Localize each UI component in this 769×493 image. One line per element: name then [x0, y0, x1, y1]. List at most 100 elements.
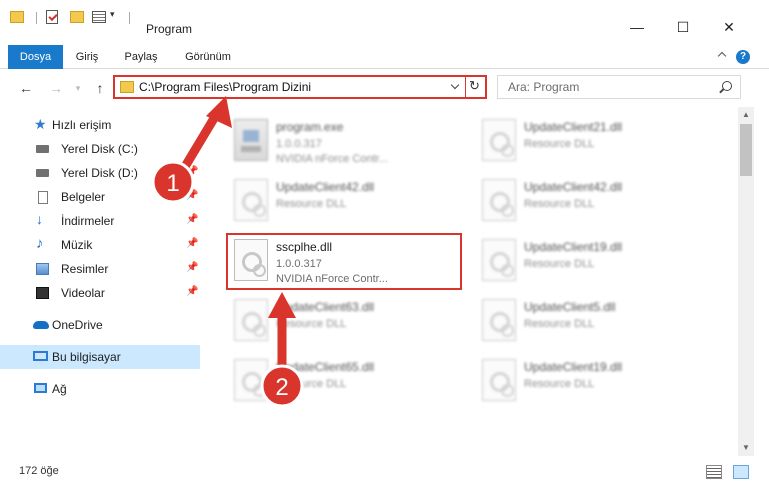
file-name: program.exe	[276, 120, 344, 134]
file-name: UpdateClient42.dll	[276, 180, 375, 194]
address-dropdown-icon[interactable]	[449, 81, 461, 93]
file-tile[interactable]: UpdateClient5.dll Resource DLL	[474, 293, 714, 349]
separator	[36, 12, 37, 24]
pin-icon[interactable]: 📌	[186, 166, 198, 177]
pin-icon[interactable]: 📌	[186, 190, 198, 201]
dll-file-icon	[482, 179, 516, 221]
pin-icon[interactable]: 📌	[186, 286, 198, 297]
sidebar-item-local-disk-c[interactable]: Yerel Disk (C:)	[0, 137, 200, 161]
file-tile[interactable]: UpdateClient63.dll Resource DLL	[226, 293, 466, 349]
file-tile[interactable]: UpdateClient42.dll Resource DLL	[226, 173, 466, 229]
close-button[interactable]: ✕	[706, 18, 752, 40]
this-pc-icon	[33, 351, 48, 361]
file-tile[interactable]: UpdateClient19.dll Resource DLL	[474, 233, 714, 289]
refresh-button[interactable]: ↻	[469, 78, 480, 94]
details-view-icon[interactable]	[706, 465, 722, 479]
customize-toolbar-icon[interactable]	[92, 11, 106, 23]
new-folder-icon[interactable]	[70, 11, 84, 23]
folder-icon	[120, 81, 134, 93]
file-description: Resource DLL	[276, 378, 347, 390]
sidebar-item-local-disk-d[interactable]: Yerel Disk (D:) 📌	[0, 161, 200, 185]
scroll-down-icon[interactable]: ▼	[738, 440, 754, 456]
sidebar-item-label: Bu bilgisayar	[52, 350, 121, 364]
network-icon	[34, 383, 47, 393]
address-bar[interactable]: C:\Program Files\Program Dizini ↻	[113, 75, 487, 99]
item-count: 172 öğe	[19, 465, 59, 477]
documents-icon	[38, 191, 48, 204]
sidebar-item-documents[interactable]: Belgeler 📌	[0, 185, 200, 209]
tab-home[interactable]: Giriş	[68, 45, 106, 69]
search-icon[interactable]	[722, 81, 732, 91]
file-name: UpdateClient63.dll	[276, 300, 375, 314]
search-input[interactable]: Ara: Program	[497, 75, 741, 99]
file-description: Resource DLL	[524, 378, 595, 390]
sidebar-item-label: Yerel Disk (C:)	[61, 142, 138, 156]
sidebar-item-pictures[interactable]: Resimler 📌	[0, 257, 200, 281]
file-tile-program-exe[interactable]: program.exe 1.0.0.317 NVIDIA nForce Cont…	[226, 113, 466, 169]
highlight-box	[226, 233, 462, 290]
star-icon: ★	[34, 116, 47, 132]
file-version: 1.0.0.317	[276, 138, 322, 150]
sidebar-item-music[interactable]: ♪ Müzik 📌	[0, 233, 200, 257]
sidebar-item-downloads[interactable]: ↓ İndirmeler 📌	[0, 209, 200, 233]
back-button[interactable]: ←	[16, 77, 36, 99]
sidebar-item-onedrive[interactable]: OneDrive	[0, 313, 200, 337]
pin-icon[interactable]: 📌	[186, 214, 198, 225]
file-name: UpdateClient19.dll	[524, 360, 623, 374]
sidebar-item-quick-access[interactable]: ★ Hızlı erişim	[0, 113, 200, 137]
sidebar-item-label: İndirmeler	[61, 214, 115, 228]
expand-ribbon-icon[interactable]	[717, 51, 727, 61]
file-view: program.exe 1.0.0.317 NVIDIA nForce Cont…	[204, 107, 738, 456]
disk-icon	[36, 169, 49, 177]
videos-icon	[36, 287, 49, 299]
sidebar-item-network[interactable]: Ağ	[0, 377, 200, 401]
dll-file-icon	[482, 359, 516, 401]
file-description: Resource DLL	[524, 258, 595, 270]
pin-icon[interactable]: 📌	[186, 238, 198, 249]
maximize-button[interactable]: ☐	[660, 18, 706, 40]
dll-file-icon	[482, 119, 516, 161]
dll-file-icon	[482, 299, 516, 341]
scrollbar-thumb[interactable]	[740, 124, 752, 176]
scroll-up-icon[interactable]: ▲	[738, 107, 754, 123]
dll-file-icon	[482, 239, 516, 281]
properties-check-icon[interactable]	[46, 10, 58, 24]
file-tile[interactable]: UpdateClient19.dll Resource DLL	[474, 353, 714, 409]
separator	[465, 77, 466, 97]
vertical-scrollbar[interactable]: ▲ ▼	[738, 107, 754, 456]
sidebar-item-label: Resimler	[61, 262, 109, 276]
file-description: Resource DLL	[276, 198, 347, 210]
recent-locations-icon[interactable]: ▾	[68, 77, 88, 99]
sidebar-item-videos[interactable]: Videolar 📌	[0, 281, 200, 305]
file-tile[interactable]: UpdateClient42.dll Resource DLL	[474, 173, 714, 229]
sidebar-item-this-pc[interactable]: Bu bilgisayar	[0, 345, 200, 369]
tab-share[interactable]: Paylaş	[116, 45, 166, 69]
dll-file-icon	[234, 179, 268, 221]
help-icon[interactable]: ?	[736, 50, 750, 64]
sidebar-item-label: OneDrive	[52, 318, 103, 332]
file-tile[interactable]: UpdateClient21.dll Resource DLL	[474, 113, 714, 169]
pictures-icon	[36, 263, 49, 275]
tab-view[interactable]: Görünüm	[176, 45, 240, 69]
chevron-down-icon[interactable]: ▾	[110, 9, 115, 20]
file-description: Resource DLL	[276, 318, 347, 330]
status-bar: 172 öğe	[0, 459, 769, 493]
sidebar-item-label: Ağ	[52, 382, 67, 396]
file-name: UpdateClient19.dll	[524, 240, 623, 254]
sidebar-item-label: Belgeler	[61, 190, 106, 204]
file-tile[interactable]: UpdateClient65.dll Resource DLL	[226, 353, 466, 409]
disk-icon	[36, 145, 49, 153]
forward-button[interactable]: →	[46, 77, 66, 99]
minimize-button[interactable]: —	[614, 18, 660, 40]
address-path[interactable]: C:\Program Files\Program Dizini	[139, 80, 311, 94]
sidebar-item-label: Videolar	[61, 286, 105, 300]
tab-file[interactable]: Dosya	[8, 45, 63, 69]
pin-icon[interactable]: 📌	[186, 262, 198, 273]
up-button[interactable]: ↑	[90, 77, 110, 99]
large-icons-view-icon[interactable]	[733, 465, 749, 479]
music-icon: ♪	[36, 235, 44, 252]
file-description: NVIDIA nForce Contr...	[276, 153, 388, 165]
sidebar-item-label: Müzik	[61, 238, 93, 252]
separator	[129, 12, 130, 24]
dll-file-icon	[234, 299, 268, 341]
